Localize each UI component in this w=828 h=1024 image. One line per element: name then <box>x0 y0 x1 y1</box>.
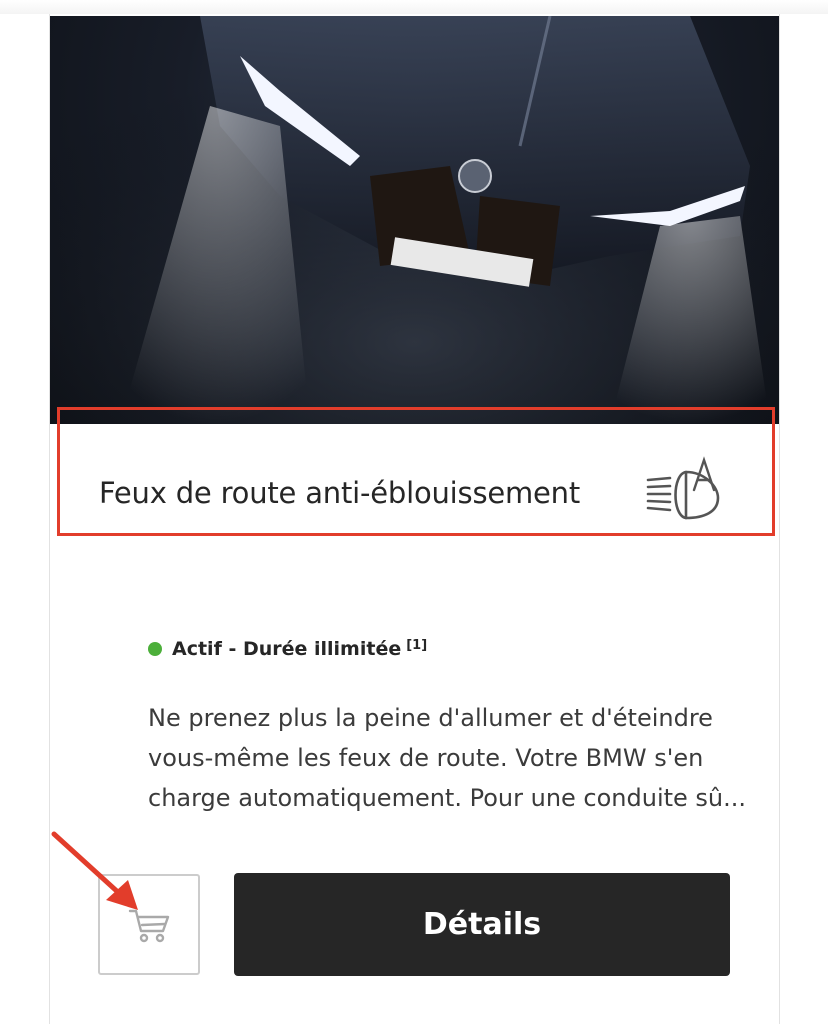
footnote-marker[interactable]: [1] <box>406 638 427 653</box>
description-line: vous-même les feux de route. Votre BMW s… <box>148 744 704 772</box>
status-text: Actif - Durée illimitée <box>172 638 402 660</box>
description-line: Ne prenez plus la peine d'allumer et d'é… <box>148 704 713 732</box>
feature-title-row: Feux de route anti-éblouissement <box>50 424 779 542</box>
status-line: Actif - Durée illimitée [1] <box>148 638 427 660</box>
feature-title: Feux de route anti-éblouissement <box>99 476 581 510</box>
high-beam-assistant-icon <box>646 456 720 520</box>
feature-description: Ne prenez plus la peine d'allumer et d'é… <box>148 698 788 818</box>
bmw-headlights-image <box>50 16 779 424</box>
active-status-dot <box>148 642 162 656</box>
add-to-cart-button[interactable] <box>98 874 200 975</box>
details-button[interactable]: Détails <box>234 873 730 976</box>
description-line: charge automatiquement. Pour une conduit… <box>148 784 747 812</box>
shopping-cart-icon <box>128 909 170 942</box>
top-shadow <box>0 0 828 14</box>
